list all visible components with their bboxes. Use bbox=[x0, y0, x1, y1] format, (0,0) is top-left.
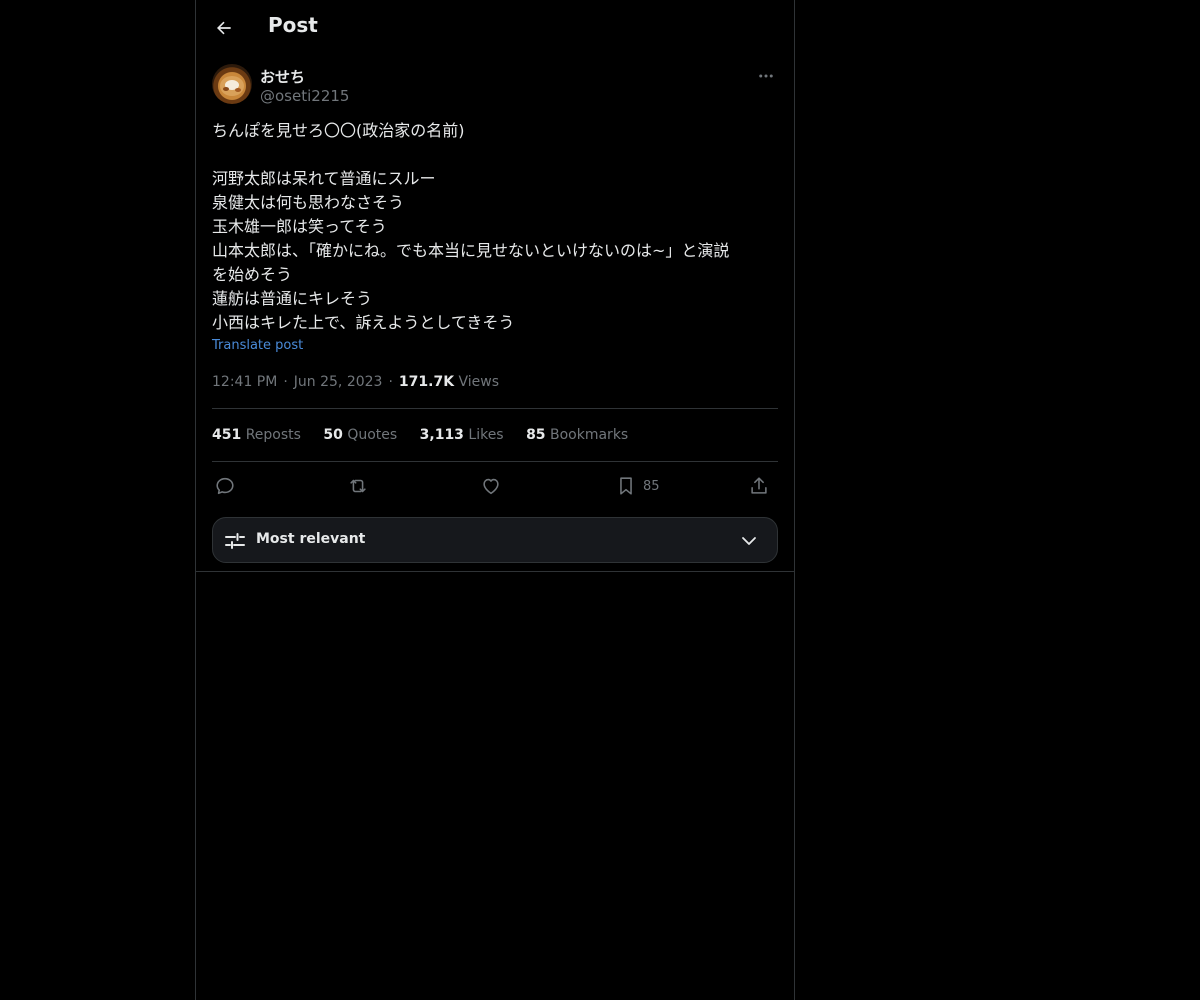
post-line: 泉健太は何も思わなさそう bbox=[212, 193, 405, 212]
sort-label: Most relevant bbox=[256, 531, 366, 547]
post-line: ちんぽを見せろ〇〇(政治家の名前) bbox=[212, 121, 465, 140]
stat-count: 451 bbox=[212, 427, 242, 443]
bookmark-count: 85 bbox=[643, 478, 660, 494]
stat-reposts[interactable]: 451 Reposts bbox=[212, 425, 301, 445]
avatar-image bbox=[220, 76, 244, 96]
section-divider bbox=[196, 571, 794, 572]
stat-likes[interactable]: 3,113 Likes bbox=[420, 425, 504, 445]
sliders-icon bbox=[225, 533, 245, 549]
repost-icon bbox=[350, 479, 366, 493]
post-line: 小西はキレた上で、訴えようとしてきそう bbox=[212, 313, 515, 332]
post-time[interactable]: 12:41 PM bbox=[212, 374, 277, 390]
divider bbox=[212, 408, 778, 409]
chevron-down-icon bbox=[742, 537, 756, 545]
stat-count: 85 bbox=[526, 427, 546, 443]
post-text: ちんぽを見せろ〇〇(政治家の名前) 河野太郎は呆れて普通にスルー 泉健太は何も思… bbox=[212, 119, 778, 335]
post-line bbox=[212, 143, 778, 167]
author-display-name[interactable]: おせち bbox=[260, 66, 305, 87]
meta-separator: · bbox=[283, 374, 288, 390]
post-line: 蓮舫は普通にキレそう bbox=[212, 289, 373, 308]
stat-bookmarks[interactable]: 85 Bookmarks bbox=[526, 425, 628, 445]
share-button[interactable] bbox=[748, 472, 770, 500]
bookmark-button[interactable]: 85 bbox=[615, 472, 660, 500]
views-count: 171.7K bbox=[398, 374, 455, 390]
repost-button[interactable] bbox=[346, 472, 370, 500]
stat-label: Quotes bbox=[347, 427, 398, 443]
more-options-button[interactable] bbox=[754, 64, 778, 88]
reply-button[interactable] bbox=[214, 472, 236, 500]
views-label: Views bbox=[458, 374, 500, 390]
stat-label: Likes bbox=[468, 427, 504, 443]
arrow-left-icon bbox=[217, 21, 231, 35]
reply-icon bbox=[216, 477, 234, 495]
bookmark-icon bbox=[620, 477, 632, 495]
post-meta: 12:41 PM · Jun 25, 2023 · 171.7K Views bbox=[212, 372, 499, 392]
stat-count: 3,113 bbox=[419, 427, 464, 443]
post-line: 山本太郎は、「確かにね。でも本当に見せないといけないのは~」と演説 bbox=[212, 241, 730, 260]
post-stats: 451 Reposts 50 Quotes 3,113 Likes 85 Boo… bbox=[212, 425, 646, 445]
post-actions: 85 bbox=[212, 472, 778, 500]
like-button[interactable] bbox=[480, 472, 502, 500]
divider bbox=[212, 461, 778, 462]
stat-count: 50 bbox=[323, 427, 343, 443]
avatar[interactable] bbox=[212, 64, 252, 104]
post-column: Post おせち @oseti2215 ちんぽを見せろ〇〇(政治家の名前) 河野… bbox=[195, 0, 795, 1000]
post-line: 河野太郎は呆れて普通にスルー bbox=[212, 169, 436, 188]
stat-label: Reposts bbox=[245, 427, 301, 443]
post-line: を始めそう bbox=[212, 265, 293, 284]
translate-post-link[interactable]: Translate post bbox=[212, 338, 303, 353]
stat-label: Bookmarks bbox=[550, 427, 629, 443]
post-date[interactable]: Jun 25, 2023 bbox=[294, 374, 383, 390]
author-handle[interactable]: @oseti2215 bbox=[260, 87, 349, 105]
stat-quotes[interactable]: 50 Quotes bbox=[323, 425, 397, 445]
page-title: Post bbox=[268, 13, 318, 37]
heart-icon bbox=[483, 478, 499, 495]
post-line: 玉木雄一郎は笑ってそう bbox=[212, 217, 387, 236]
post-author: おせち @oseti2215 bbox=[212, 64, 778, 108]
back-button[interactable] bbox=[208, 12, 240, 44]
meta-separator: · bbox=[388, 374, 393, 390]
share-icon bbox=[751, 477, 767, 494]
sort-replies-dropdown[interactable]: Most relevant bbox=[212, 517, 778, 563]
post-header: Post bbox=[196, 0, 794, 56]
more-horizontal-icon bbox=[759, 74, 773, 78]
